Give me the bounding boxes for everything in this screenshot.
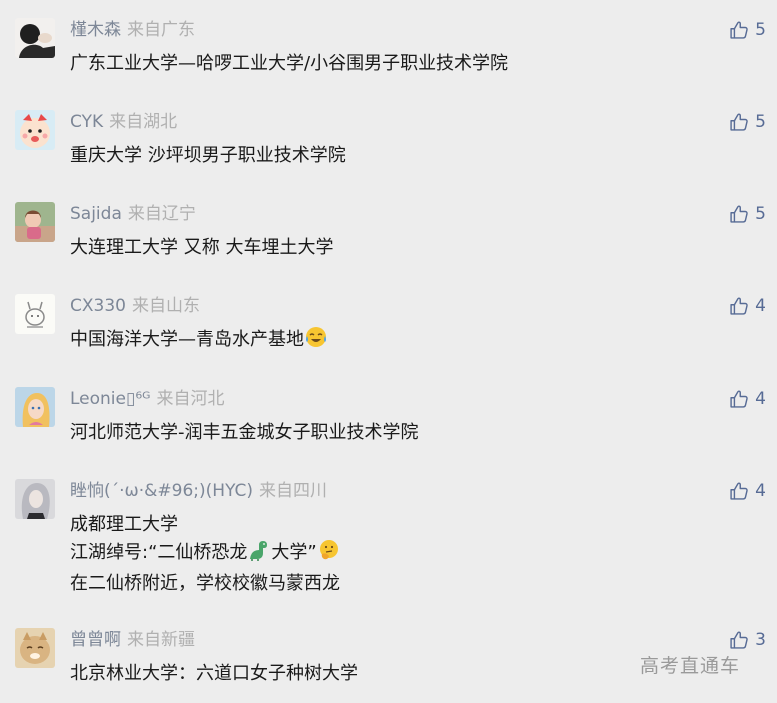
like-count: 5 [755,112,766,132]
comment-line-text: 大学” [271,542,317,563]
like-count: 5 [755,204,766,224]
comment-line: 河北师范大学-润丰五金城女子职业技术学院 [70,422,419,443]
comment-text: 河北师范大学-润丰五金城女子职业技术学院 [70,419,419,447]
comment-text: 广东工业大学—哈啰工业大学/小谷围男子职业技术学院 [70,50,508,78]
commenter-location: 来自山东 [131,296,200,316]
commenter-location: 来自辽宁 [127,204,196,224]
like-count: 4 [755,481,766,501]
commenter-name[interactable]: Leonie▯⁶ᴳ [70,389,150,409]
like-count: 3 [755,630,766,650]
comment-header: 槿木森 来自广东 [70,19,195,41]
commenter-name[interactable]: CYK [70,112,103,132]
thumbs-up-icon [729,296,749,316]
comment-header: CX330 来自山东 [70,295,200,317]
avatar[interactable] [15,18,55,58]
comment-line-text: 中国海洋大学—青岛水产基地 [70,329,304,350]
avatar[interactable] [15,202,55,242]
watermark: 高考直通车 [640,655,741,677]
thumbs-up-icon [729,481,749,501]
comment-header: Leonie▯⁶ᴳ 来自河北 [70,388,224,410]
like-button[interactable]: 3 [729,628,766,652]
like-button[interactable]: 5 [729,18,766,42]
thumbs-up-icon [729,112,749,132]
avatar[interactable] [15,387,55,427]
avatar[interactable] [15,479,55,519]
thumbs-up-icon [729,20,749,40]
comment-header: CYK 来自湖北 [70,111,177,133]
like-button[interactable]: 4 [729,479,766,503]
commenter-name[interactable]: Sajida [70,204,122,224]
like-button[interactable]: 5 [729,202,766,226]
commenter-location: 来自湖北 [109,112,178,132]
avatar[interactable] [15,294,55,334]
comment-text: 大连理工大学 又称 大车埋土大学 [70,234,333,262]
commenter-location: 来自河北 [156,389,225,409]
comment-line: 北京林业大学：六道口女子种树大学 [70,663,358,684]
like-count: 4 [755,389,766,409]
comment-line: 中国海洋大学—青岛水产基地 [70,326,328,357]
like-button[interactable]: 4 [729,387,766,411]
comment-text: 成都理工大学 江湖绰号:“二仙桥恐龙 大学” 在二仙桥附近，学校校徽马蒙西龙 [70,511,341,598]
thumbs-up-icon [729,204,749,224]
comment-text: 中国海洋大学—青岛水产基地 [70,326,328,357]
thumbs-up-icon [729,630,749,650]
commenter-name[interactable]: 槿木森 [70,20,121,40]
comment-line-text: 江湖绰号:“二仙桥恐龙 [70,542,248,563]
commenter-name[interactable]: 曾曾啊 [70,630,121,650]
avatar[interactable] [15,110,55,150]
comment-line: 成都理工大学 [70,514,178,535]
comment-line: 大连理工大学 又称 大车埋土大学 [70,237,334,258]
comment-line: 重庆大学 沙坪坝男子职业技术学院 [70,145,346,166]
avatar[interactable] [15,628,55,668]
like-count: 4 [755,296,766,316]
comment-header: 曾曾啊 来自新疆 [70,629,195,651]
commenter-location: 来自新疆 [127,630,195,650]
like-count: 5 [755,20,766,40]
comment-line: 广东工业大学—哈啰工业大学/小谷围男子职业技术学院 [70,53,509,74]
comment-text: 北京林业大学：六道口女子种树大学 [70,660,358,688]
commenter-location: 来自四川 [259,481,328,501]
like-button[interactable]: 4 [729,294,766,318]
commenter-name[interactable]: CX330 [70,296,126,316]
comment-header: 睉恦(´·ω·&#96;)(HYC) 来自四川 [70,480,327,502]
comment-line: 在二仙桥附近，学校校徽马蒙西龙 [70,573,340,594]
crying-laughing-emoji-icon [304,326,328,357]
comment-text: 重庆大学 沙坪坝男子职业技术学院 [70,142,346,170]
like-button[interactable]: 5 [729,110,766,134]
commenter-location: 来自广东 [127,20,195,40]
commenter-name[interactable]: 睉恦(´·ω·&#96;)(HYC) [70,481,253,501]
thinking-face-emoji-icon [317,539,341,570]
comment-line: 江湖绰号:“二仙桥恐龙 大学” [70,539,341,570]
comment-header: Sajida 来自辽宁 [70,203,196,225]
thumbs-up-icon [729,389,749,409]
dinosaur-emoji-icon [247,539,271,570]
